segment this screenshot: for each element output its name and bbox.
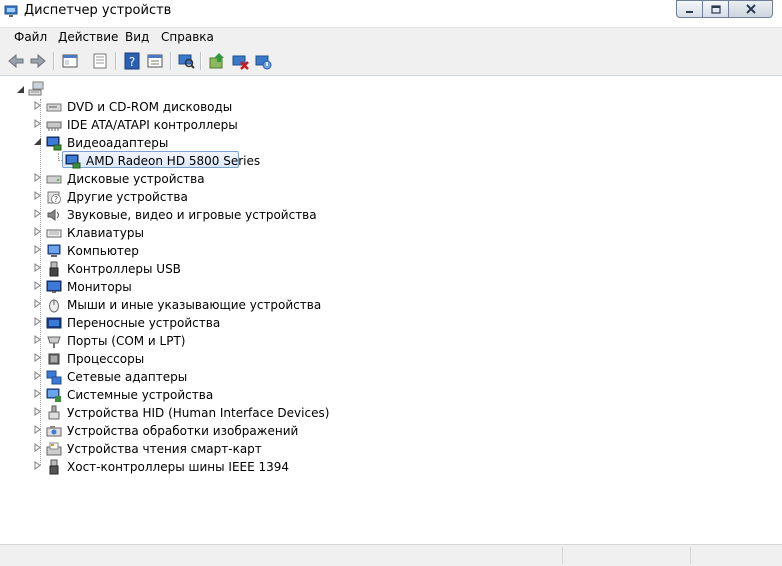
ieee1394-icon[interactable]	[46, 459, 62, 475]
scan-hardware-icon[interactable]	[176, 51, 196, 71]
status-pane	[690, 547, 781, 564]
smart-card-reader-icon[interactable]	[46, 441, 62, 457]
expand-arrow-icon[interactable]	[33, 371, 42, 380]
keyboard-icon[interactable]	[46, 225, 62, 241]
dvd-drive-icon[interactable]	[46, 99, 62, 115]
portable-device-icon[interactable]	[46, 315, 62, 331]
show-hide-tree-icon[interactable]	[60, 51, 80, 71]
expand-arrow-icon[interactable]	[33, 299, 42, 308]
mouse-icon[interactable]	[46, 297, 62, 313]
device-manager-icon	[4, 5, 18, 17]
expand-arrow-icon[interactable]	[33, 119, 42, 128]
expand-arrow-icon[interactable]	[33, 191, 42, 200]
menu-help[interactable]: Справка	[161, 30, 214, 44]
svg-text:?: ?	[129, 55, 135, 69]
status-pane	[562, 547, 691, 564]
expand-arrow-icon[interactable]	[33, 245, 42, 254]
menu-view[interactable]: Вид	[125, 30, 149, 44]
status-bar	[0, 544, 782, 566]
display-adapter-icon[interactable]	[46, 135, 62, 151]
hid-icon[interactable]	[46, 405, 62, 421]
expand-arrow-icon[interactable]	[33, 209, 42, 218]
tree-device-label[interactable]: AMD Radeon HD 5800 Series	[86, 154, 260, 168]
tree-category-label[interactable]: Мыши и иные указывающие устройства	[67, 298, 321, 312]
collapse-arrow-icon[interactable]	[16, 85, 25, 94]
display-adapter-icon[interactable]	[65, 153, 81, 169]
menu-file[interactable]: Файл	[14, 30, 47, 44]
tree-category-label[interactable]: Системные устройства	[67, 388, 213, 402]
tree-category-label[interactable]: DVD и CD-ROM дисководы	[67, 100, 232, 114]
minimize-icon	[686, 10, 693, 13]
console-tree-icon[interactable]	[145, 51, 165, 71]
menu-bar: Файл Действие Вид Справка	[0, 27, 782, 48]
tree-category-label[interactable]: Клавиатуры	[67, 226, 144, 240]
usb-icon[interactable]	[46, 261, 62, 277]
disable-device-icon[interactable]	[230, 51, 250, 71]
expand-arrow-icon[interactable]	[33, 281, 42, 290]
tree-category-label[interactable]: Дисковые устройства	[67, 172, 205, 186]
uninstall-device-icon[interactable]	[253, 51, 273, 71]
system-device-icon[interactable]	[46, 387, 62, 403]
monitor-icon[interactable]	[46, 279, 62, 295]
expand-arrow-icon[interactable]	[33, 335, 42, 344]
expand-arrow-icon[interactable]	[33, 353, 42, 362]
expand-arrow-icon[interactable]	[33, 425, 42, 434]
close-button[interactable]	[729, 0, 773, 18]
expand-arrow-icon[interactable]	[33, 443, 42, 452]
speaker-icon[interactable]	[46, 207, 62, 223]
tree-category-label[interactable]: Процессоры	[67, 352, 144, 366]
computer-icon[interactable]	[46, 243, 62, 259]
tree-category-label[interactable]: IDE ATA/ATAPI контроллеры	[67, 118, 238, 132]
tree-category-label[interactable]: Устройства HID (Human Interface Devices)	[67, 406, 329, 420]
tree-category-label[interactable]: Переносные устройства	[67, 316, 220, 330]
toolbar: ?	[0, 48, 782, 76]
expand-arrow-icon[interactable]	[33, 263, 42, 272]
maximize-icon	[710, 4, 721, 14]
tree-category-label[interactable]: Видеоадаптеры	[67, 136, 168, 150]
expand-arrow-icon[interactable]	[33, 317, 42, 326]
minimize-button[interactable]	[676, 0, 703, 18]
device-tree[interactable]: DVD и CD-ROM дисководы IDE ATA/ATAPI конт…	[0, 76, 782, 544]
unknown-device-icon[interactable]: ?	[46, 189, 62, 205]
tree-category-label[interactable]: Сетевые адаптеры	[67, 370, 187, 384]
tree-category-label[interactable]: Другие устройства	[67, 190, 188, 204]
collapse-arrow-icon[interactable]	[33, 137, 42, 146]
computer-icon[interactable]	[28, 81, 44, 97]
tree-category-label[interactable]: Компьютер	[67, 244, 139, 258]
tree-category-label[interactable]: Мониторы	[67, 280, 132, 294]
ide-controller-icon[interactable]	[46, 117, 62, 133]
expand-arrow-icon[interactable]	[33, 461, 42, 470]
help-icon[interactable]: ?	[122, 51, 142, 71]
window-title: Диспетчер устройств	[24, 3, 172, 18]
network-adapter-icon[interactable]	[46, 369, 62, 385]
title-bar: Диспетчер устройств	[0, 0, 782, 25]
forward-icon[interactable]	[28, 51, 48, 71]
tree-category-label[interactable]: Устройства обработки изображений	[67, 424, 298, 438]
port-icon[interactable]	[46, 333, 62, 349]
tree-category-label[interactable]: Звуковые, видео и игровые устройства	[67, 208, 317, 222]
expand-arrow-icon[interactable]	[33, 389, 42, 398]
svg-text:?: ?	[54, 195, 58, 204]
expand-arrow-icon[interactable]	[33, 407, 42, 416]
expand-arrow-icon[interactable]	[33, 101, 42, 110]
tree-category-label[interactable]: Устройства чтения смарт-карт	[67, 442, 262, 456]
processor-icon[interactable]	[46, 351, 62, 367]
maximize-button[interactable]	[703, 0, 729, 18]
tree-category-label[interactable]: Хост-контроллеры шины IEEE 1394	[67, 460, 289, 474]
tree-category-label[interactable]: Контроллеры USB	[67, 262, 181, 276]
disk-drive-icon[interactable]	[46, 171, 62, 187]
menu-action[interactable]: Действие	[58, 30, 118, 44]
imaging-device-icon[interactable]	[46, 423, 62, 439]
back-icon[interactable]	[6, 51, 26, 71]
close-icon	[745, 4, 756, 14]
tree-category-label[interactable]: Порты (COM и LPT)	[67, 334, 185, 348]
properties-icon[interactable]	[90, 51, 110, 71]
expand-arrow-icon[interactable]	[33, 227, 42, 236]
update-driver-icon[interactable]	[207, 51, 227, 71]
expand-arrow-icon[interactable]	[33, 173, 42, 182]
